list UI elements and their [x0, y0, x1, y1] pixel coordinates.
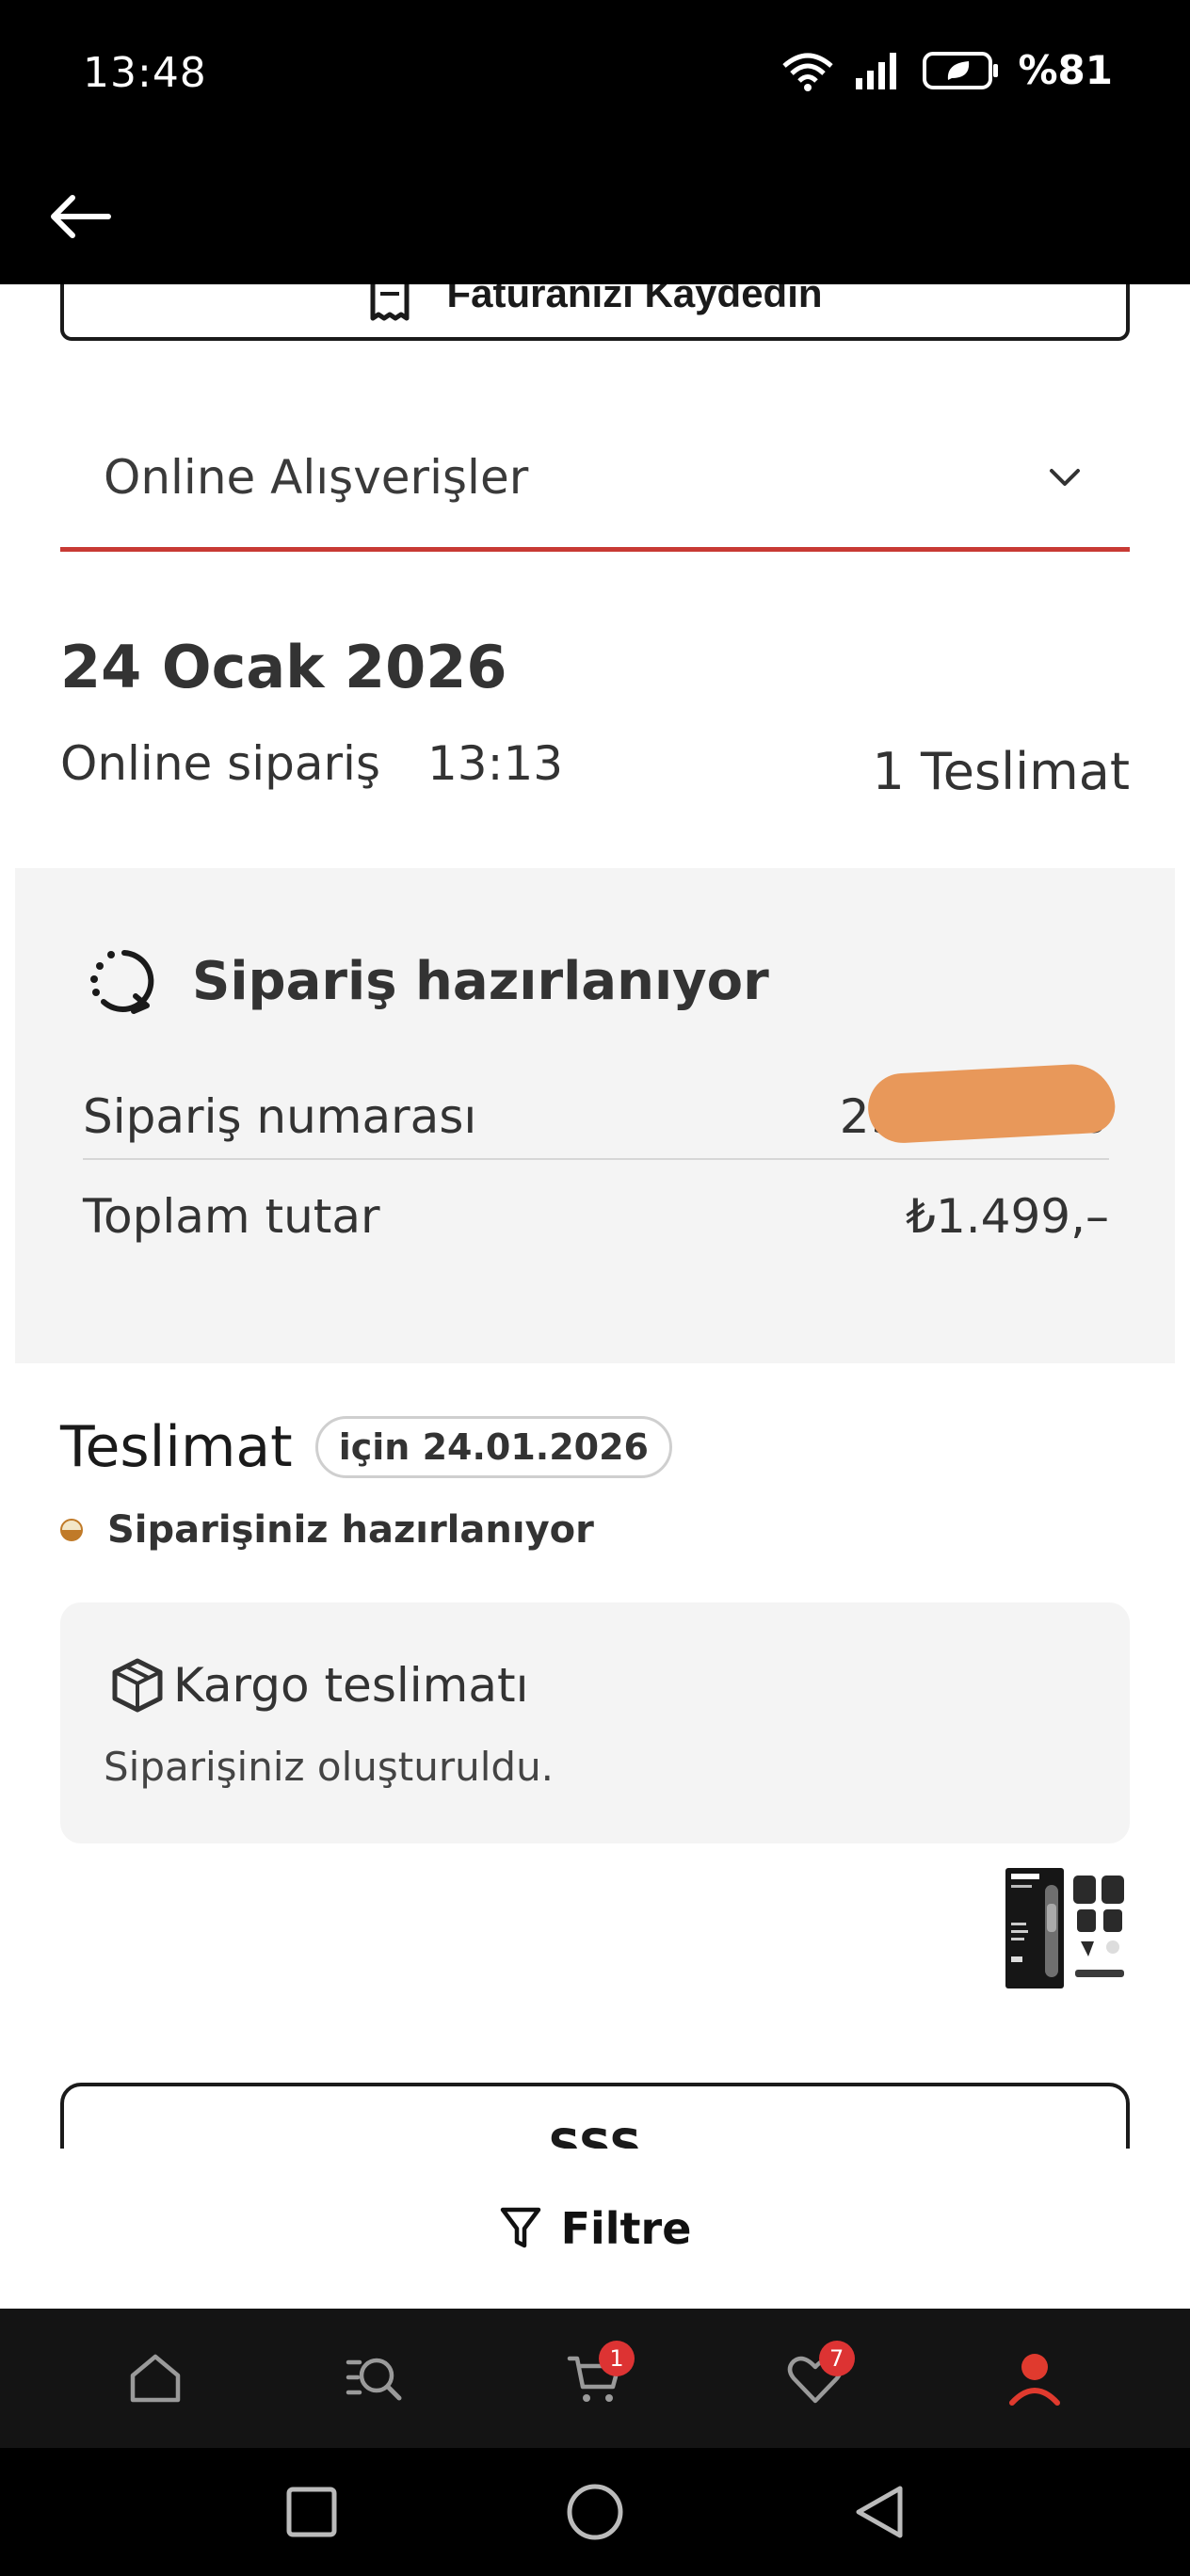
delivery-heading: Teslimat için 24.01.2026	[60, 1414, 672, 1480]
total-label: Toplam tutar	[83, 1189, 380, 1244]
faq-label: SSS	[548, 2120, 642, 2149]
filter-button[interactable]: Filtre	[0, 2149, 1190, 2309]
nav-account[interactable]	[978, 2322, 1091, 2435]
product-thumbnail[interactable]	[1004, 1866, 1134, 1992]
save-invoice-button[interactable]: Faturanızı Kaydedin	[60, 284, 1130, 341]
arrow-left-icon	[51, 195, 111, 238]
battery-icon	[922, 50, 1001, 91]
faq-button[interactable]: SSS	[60, 2083, 1130, 2149]
status-dot-icon	[60, 1519, 83, 1541]
back-button[interactable]	[41, 179, 117, 254]
nav-wishlist[interactable]: 7	[759, 2322, 872, 2435]
total-value: ₺1.499,–	[906, 1189, 1109, 1244]
status-time: 13:48	[83, 49, 207, 97]
system-navigation	[0, 2448, 1190, 2576]
total-row: Toplam tutar ₺1.499,–	[83, 1169, 1109, 1264]
purchase-type-dropdown[interactable]: Online Alışverişler	[60, 407, 1130, 552]
delivery-status-text: Siparişiniz hazırlanıyor	[107, 1508, 594, 1552]
circle-icon	[567, 2484, 623, 2540]
order-type: Online sipariş	[60, 736, 380, 791]
wifi-icon	[779, 49, 837, 92]
filter-icon	[500, 2207, 540, 2248]
dropdown-value: Online Alışverişler	[104, 449, 529, 505]
order-time: 13:13	[427, 736, 564, 791]
redaction-mark	[866, 1062, 1117, 1145]
receipt-icon	[370, 284, 410, 321]
back-system-button[interactable]	[831, 2465, 925, 2559]
refresh-progress-icon	[90, 950, 154, 1014]
cart-badge: 1	[598, 2341, 635, 2376]
order-number-row: Sipariş numarası 297733720	[83, 1062, 1117, 1160]
nav-home[interactable]	[99, 2322, 212, 2435]
order-status-card: Sipariş hazırlanıyor Sipariş numarası 29…	[15, 868, 1175, 1363]
recent-apps-button[interactable]	[265, 2465, 359, 2559]
delivery-date-badge: için 24.01.2026	[314, 1416, 672, 1478]
app-header	[0, 151, 1190, 284]
battery-percentage: %81	[1018, 47, 1113, 93]
signal-icon	[854, 50, 905, 91]
user-icon	[1009, 2354, 1061, 2406]
cargo-delivery-card: Kargo teslimatı Siparişiniz oluşturuldu.	[60, 1602, 1130, 1843]
delivery-status: Siparişiniz hazırlanıyor	[60, 1508, 594, 1552]
order-number-label: Sipariş numarası	[83, 1089, 477, 1144]
filter-label: Filtre	[560, 2203, 692, 2254]
order-detail-content[interactable]: Faturanızı Kaydedin Online Alışverişler …	[0, 284, 1190, 2149]
square-icon	[286, 2487, 337, 2537]
search-list-icon	[346, 2358, 402, 2401]
wishlist-badge: 7	[818, 2341, 855, 2376]
order-date: 24 Ocak 2026	[60, 633, 507, 701]
delivery-count: 1 Teslimat	[872, 742, 1130, 801]
status-icons: %81	[779, 47, 1113, 93]
order-meta: Online sipariş 13:13	[60, 736, 563, 791]
bottom-navigation: 1 7	[0, 2309, 1190, 2448]
home-icon	[130, 2354, 181, 2403]
order-number-value: 297733720	[840, 1062, 1117, 1145]
nav-search[interactable]	[318, 2322, 431, 2435]
package-icon	[112, 1658, 163, 1713]
delivery-title: Teslimat	[60, 1414, 293, 1480]
cargo-status-text: Siparişiniz oluşturuldu.	[104, 1744, 555, 1790]
triangle-back-icon	[856, 2486, 903, 2538]
chevron-down-icon	[1050, 468, 1080, 486]
home-system-button[interactable]	[548, 2465, 642, 2559]
save-invoice-label: Faturanızı Kaydedin	[446, 284, 823, 315]
nav-cart[interactable]: 1	[539, 2322, 651, 2435]
status-title: Sipariş hazırlanıyor	[192, 950, 769, 1012]
status-bar: 13:48 %81	[0, 0, 1190, 151]
cargo-title-row: Kargo teslimatı	[107, 1655, 529, 1715]
cargo-title: Kargo teslimatı	[173, 1658, 529, 1713]
status-title-row: Sipariş hazırlanıyor	[87, 943, 769, 1019]
